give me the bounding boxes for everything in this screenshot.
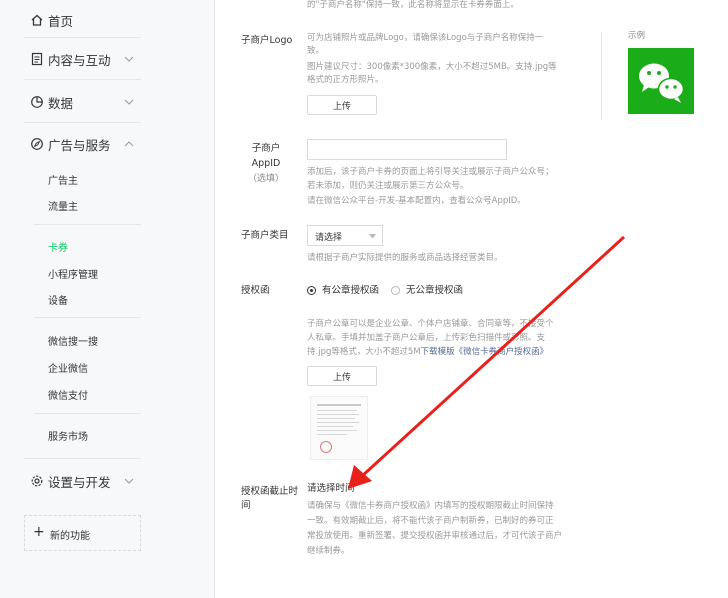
divider — [24, 122, 141, 123]
divider — [24, 458, 141, 459]
nav-sub-miniprogram[interactable]: 小程序管理 — [48, 266, 98, 281]
red-arrow-annotation — [348, 235, 626, 489]
divider — [34, 413, 141, 414]
sidebar: 首页 内容与互动 数据 广告与服务 广告主 流量主 卡券 小程序管理 设备 微信… — [0, 0, 215, 598]
nav-content-label: 内容与互动 — [48, 52, 111, 68]
nav-data[interactable]: 数据 — [0, 82, 214, 122]
divider — [24, 37, 141, 38]
chevron-down-icon — [124, 478, 134, 484]
nav-sub-service-market[interactable]: 服务市场 — [48, 428, 88, 443]
divider — [24, 79, 141, 80]
nav-sub-advertiser[interactable]: 广告主 — [48, 172, 78, 187]
pie-chart-icon — [31, 96, 43, 108]
new-features-label: 新的功能 — [50, 531, 90, 542]
main-content: 的"子商户名称"保持一致，此名称将显示在卡券券面上。 子商户Logo 可为店铺照… — [215, 0, 728, 598]
nav-sub-search[interactable]: 微信搜一搜 — [48, 333, 98, 348]
new-features-button[interactable]: + 新的功能 — [24, 515, 141, 551]
home-icon — [31, 14, 43, 26]
nav-data-label: 数据 — [48, 95, 74, 111]
nav-home-label: 首页 — [48, 13, 74, 29]
nav-sub-wechat-pay[interactable]: 微信支付 — [48, 387, 88, 402]
chevron-down-icon — [124, 99, 134, 105]
gear-icon — [31, 475, 43, 487]
nav-settings-label: 设置与开发 — [48, 474, 111, 490]
nav-settings[interactable]: 设置与开发 — [0, 461, 214, 501]
nav-ads-label: 广告与服务 — [48, 137, 111, 153]
nav-ads-services[interactable]: 广告与服务 — [0, 124, 214, 164]
compass-icon — [31, 138, 43, 150]
nav-sub-device[interactable]: 设备 — [48, 292, 68, 307]
nav-sub-publisher[interactable]: 流量主 — [48, 198, 78, 213]
chevron-down-icon — [124, 56, 134, 62]
divider — [34, 317, 141, 318]
document-icon — [31, 52, 43, 66]
nav-content[interactable]: 内容与互动 — [0, 39, 214, 79]
chevron-up-icon — [124, 141, 134, 147]
plus-icon: + — [33, 524, 45, 540]
divider — [34, 224, 141, 225]
nav-home[interactable]: 首页 — [0, 0, 214, 40]
nav-sub-cards[interactable]: 卡券 — [48, 239, 68, 254]
nav-sub-wework[interactable]: 企业微信 — [48, 360, 88, 375]
